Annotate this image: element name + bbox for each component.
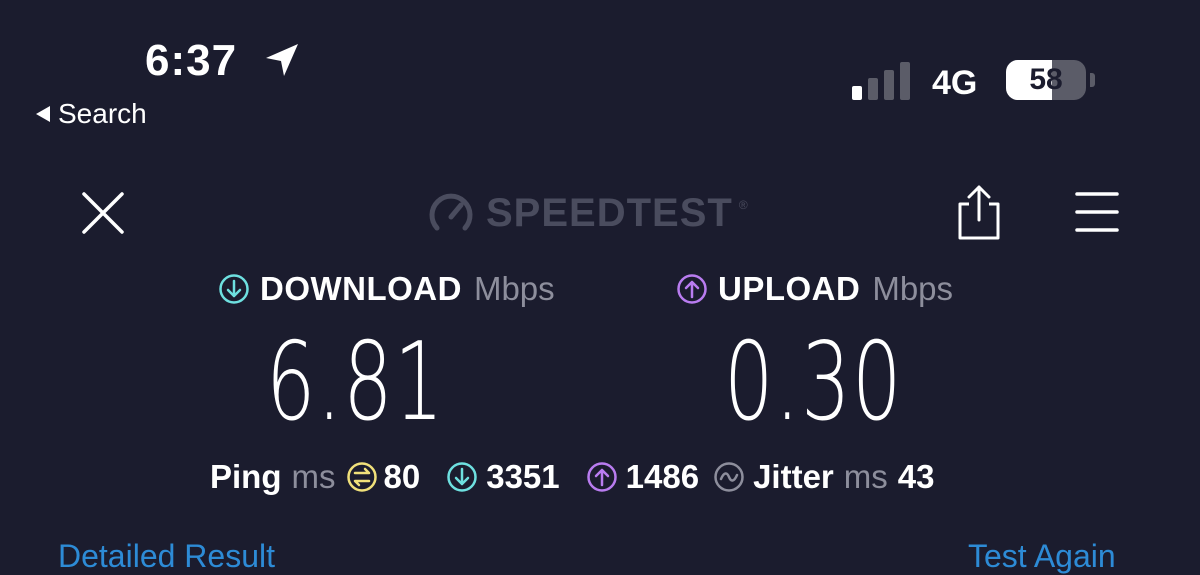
speedtest-logo: SPEEDTEST ®: [428, 190, 748, 236]
test-again-link[interactable]: Test Again: [968, 538, 1116, 575]
ping-label: Ping: [210, 458, 282, 495]
brand-trademark: ®: [738, 198, 748, 212]
signal-bars-icon: [852, 62, 910, 100]
close-icon[interactable]: [80, 190, 126, 236]
download-arrow-icon: [219, 274, 249, 304]
ping-value: 80: [383, 458, 421, 495]
upload-heading: UPLOAD Mbps: [676, 270, 953, 308]
jitter-unit: ms: [843, 458, 888, 495]
upload-label: UPLOAD: [718, 270, 861, 307]
download-latency-icon: [447, 462, 477, 492]
back-arrow-icon: [36, 106, 50, 122]
battery-percentage: 58: [1029, 63, 1063, 96]
share-icon[interactable]: [954, 184, 1004, 240]
ping-unit: ms: [291, 458, 336, 495]
menu-icon[interactable]: [1074, 190, 1120, 234]
battery-icon: 58: [1006, 60, 1096, 102]
location-arrow-icon: [266, 44, 298, 76]
latency-stats: Ping ms 80 3351 1486 Jitter ms 43: [210, 458, 934, 496]
ping-icon: [346, 462, 377, 492]
back-label: Search: [58, 98, 147, 129]
download-speed-value: 6.81: [266, 320, 445, 445]
download-heading: DOWNLOAD Mbps: [218, 270, 555, 308]
detailed-result-link[interactable]: Detailed Result: [58, 538, 275, 575]
download-unit: Mbps: [473, 270, 555, 307]
speedometer-icon: [429, 193, 473, 231]
brand-name: SPEEDTEST: [486, 190, 733, 235]
download-label: DOWNLOAD: [260, 270, 462, 307]
jitter-label: Jitter: [753, 458, 834, 495]
upload-arrow-icon: [677, 274, 707, 304]
jitter-value: 43: [897, 458, 935, 495]
back-to-search[interactable]: Search: [36, 98, 147, 130]
upload-latency-value: 1486: [625, 458, 700, 495]
network-type: 4G: [932, 64, 978, 102]
upload-unit: Mbps: [872, 270, 954, 307]
upload-latency-icon: [586, 462, 617, 492]
upload-speed-value: 0.30: [724, 320, 903, 445]
status-time: 6:37: [145, 36, 238, 85]
jitter-icon: [714, 462, 744, 492]
download-latency-value: 3351: [486, 458, 560, 495]
